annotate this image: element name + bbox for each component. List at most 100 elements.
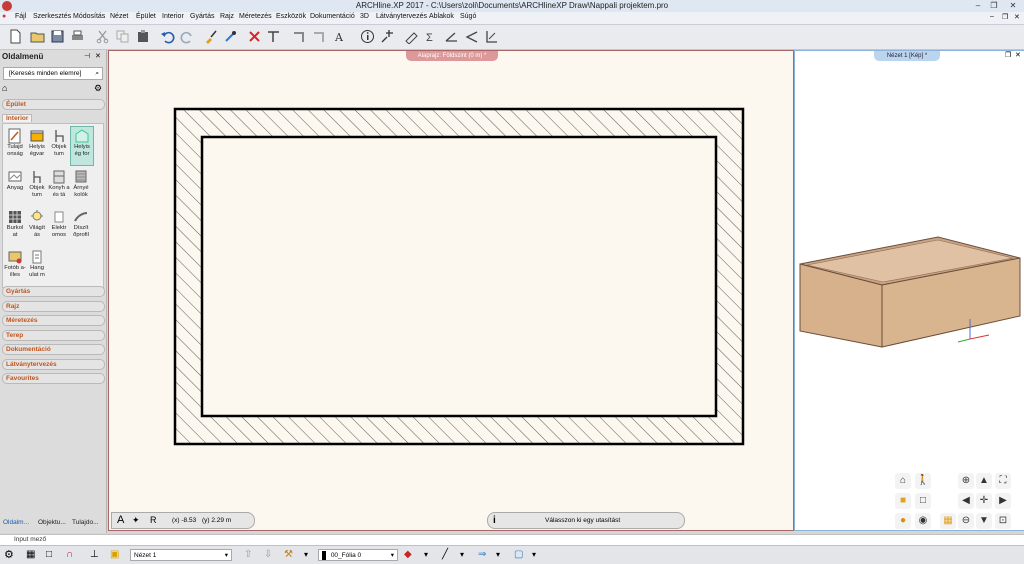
pan-right-icon[interactable]: ▶: [995, 493, 1011, 509]
menu-edit[interactable]: Szerkesztés: [33, 13, 71, 20]
menu-documentation[interactable]: Dokumentáció: [310, 13, 355, 20]
tool-room-shape[interactable]: Helyis ég for: [70, 126, 94, 166]
pin-icon[interactable]: ⊣: [84, 52, 90, 60]
panel-close-icon[interactable]: ✕: [95, 52, 101, 60]
category-interior[interactable]: Interior: [2, 114, 33, 122]
cube-wire-icon[interactable]: □: [915, 493, 931, 509]
tool-properties[interactable]: Tulajd onság: [4, 127, 26, 165]
line-type-dropdown-icon[interactable]: ▾: [460, 549, 468, 561]
save-icon[interactable]: [50, 29, 65, 44]
tool-room-variant[interactable]: Helyis égvar: [26, 127, 48, 165]
tab-objects[interactable]: Objektu...: [38, 519, 66, 526]
view-select[interactable]: Nézet 1 ▾: [130, 549, 232, 561]
menu-manufacturing[interactable]: Gyártás: [190, 13, 215, 20]
fill-icon[interactable]: ▢: [514, 549, 528, 561]
arrow-down-icon[interactable]: ⇩: [264, 549, 278, 561]
delete-icon[interactable]: [247, 29, 262, 44]
fill-dropdown-icon[interactable]: ▾: [532, 549, 540, 561]
menu-tools[interactable]: Eszközök: [276, 13, 306, 20]
grid-icon[interactable]: ▦: [26, 549, 40, 561]
wall-drawing[interactable]: [109, 51, 793, 530]
search-icon[interactable]: ⌕: [95, 68, 99, 79]
tool-material[interactable]: Anyag: [4, 168, 26, 206]
menu-dimensioning[interactable]: Méretezés: [239, 13, 272, 20]
pan-center-icon[interactable]: ✛: [976, 493, 992, 509]
cube-solid-icon[interactable]: ■: [895, 493, 911, 509]
category-terrain[interactable]: Terep: [2, 330, 105, 341]
category-visualization[interactable]: Látványtervezés: [2, 359, 105, 370]
tool-furniture[interactable]: Objek tum: [26, 168, 48, 206]
walk-icon[interactable]: 🚶: [915, 473, 931, 489]
category-manufacturing[interactable]: Gyártás: [2, 286, 105, 297]
pan-up-icon[interactable]: ▲: [976, 473, 992, 489]
join-icon[interactable]: [312, 29, 327, 44]
maximize-button[interactable]: ❐: [986, 0, 1002, 11]
open-folder-icon[interactable]: [30, 29, 45, 44]
snap-point-icon[interactable]: ✦: [132, 513, 140, 528]
category-favourites[interactable]: Favourites: [2, 373, 105, 384]
print-icon[interactable]: [70, 29, 85, 44]
trim-icon[interactable]: [266, 29, 281, 44]
search-input[interactable]: [Keresés minden elemre] ⌕: [3, 67, 103, 80]
arrow-style-dropdown-icon[interactable]: ▾: [496, 549, 504, 561]
3d-view[interactable]: Nézet 1 [Kép] * ❐ ✕ ⌂ 🚶 ■ □ ● ◉ ▦ ⊕ ▲ ⛶ …: [794, 50, 1024, 531]
tool-mood[interactable]: Hang ulat m: [26, 248, 48, 286]
ortho-icon[interactable]: □: [46, 549, 60, 561]
corner-icon[interactable]: [292, 29, 307, 44]
layer-view-icon[interactable]: ▣: [110, 549, 124, 561]
menu-building[interactable]: Épület: [136, 13, 156, 20]
tool-object[interactable]: Objek tum: [48, 127, 70, 165]
zoom-out-icon[interactable]: ⊖: [958, 513, 974, 529]
tool-photo[interactable]: Fotób a-illes: [4, 248, 26, 286]
text-style-icon[interactable]: A: [117, 513, 124, 528]
line-type-icon[interactable]: ╱: [442, 549, 456, 561]
tool-kitchen[interactable]: Konyh a és tá: [48, 168, 70, 206]
perspective-icon[interactable]: ⌂: [895, 473, 911, 489]
tool-lighting[interactable]: Világít ás: [26, 208, 48, 246]
settings-icon[interactable]: ⚙: [4, 549, 18, 561]
input-row[interactable]: Input mező: [0, 534, 1024, 545]
category-building[interactable]: Épület: [2, 99, 105, 110]
arrow-up-icon[interactable]: ⇧: [244, 549, 258, 561]
pan-left-icon[interactable]: ◀: [958, 493, 974, 509]
close-button[interactable]: ✕: [1005, 0, 1021, 11]
paste-icon[interactable]: [136, 29, 151, 44]
menu-view[interactable]: Nézet: [110, 13, 128, 20]
tool-electric[interactable]: Elektr omos: [48, 208, 70, 246]
menu-visualization[interactable]: Látványtervezés: [376, 13, 427, 20]
tab-properties[interactable]: Tulajdo...: [72, 519, 99, 526]
mdi-minimize-button[interactable]: –: [990, 13, 994, 20]
sum-icon[interactable]: Σ: [424, 29, 439, 44]
menu-file[interactable]: Fájl: [15, 13, 26, 20]
arrow-style-icon[interactable]: ⇒: [478, 549, 492, 561]
snap-icon[interactable]: [380, 29, 395, 44]
angle-icon[interactable]: [444, 29, 459, 44]
style-dropdown-icon[interactable]: ▾: [424, 549, 432, 561]
floor-plan-canvas[interactable]: Alaprajz: Földszint (0 m) * A ✦ R (x) -8…: [108, 50, 794, 531]
menu-3d[interactable]: 3D: [360, 13, 369, 20]
layer-select[interactable]: 00_Fólia 0 ▾: [318, 549, 398, 561]
coordinate-icon[interactable]: [484, 29, 499, 44]
sun-icon[interactable]: ●: [895, 513, 911, 529]
text-icon[interactable]: A: [332, 29, 347, 44]
brush-icon[interactable]: [203, 29, 218, 44]
hammer-icon[interactable]: ⚒: [284, 549, 298, 561]
cut-icon[interactable]: [95, 29, 110, 44]
style-icon[interactable]: ◆: [404, 549, 418, 561]
pipette-icon[interactable]: [223, 29, 238, 44]
copy-icon[interactable]: [115, 29, 130, 44]
magnet-icon[interactable]: ∩: [66, 549, 80, 561]
zoom-extents-icon[interactable]: ⛶: [995, 473, 1011, 489]
mdi-restore-button[interactable]: ❐: [1002, 13, 1008, 21]
tool-molding[interactable]: Díszít őprofil: [70, 208, 92, 246]
tool-shade[interactable]: Árnyé kolók: [70, 168, 92, 206]
zoom-in-icon[interactable]: ⊕: [958, 473, 974, 489]
category-documentation[interactable]: Dokumentáció: [2, 344, 105, 355]
zoom-window-icon[interactable]: ⊡: [995, 513, 1011, 529]
arrows-icon[interactable]: [464, 29, 479, 44]
hammer-dropdown-icon[interactable]: ▾: [304, 549, 312, 561]
undo-icon[interactable]: [160, 29, 175, 44]
render-icon[interactable]: ▦: [940, 513, 956, 529]
category-drawing[interactable]: Rajz: [2, 301, 105, 312]
menu-interior[interactable]: Interior: [162, 13, 184, 20]
